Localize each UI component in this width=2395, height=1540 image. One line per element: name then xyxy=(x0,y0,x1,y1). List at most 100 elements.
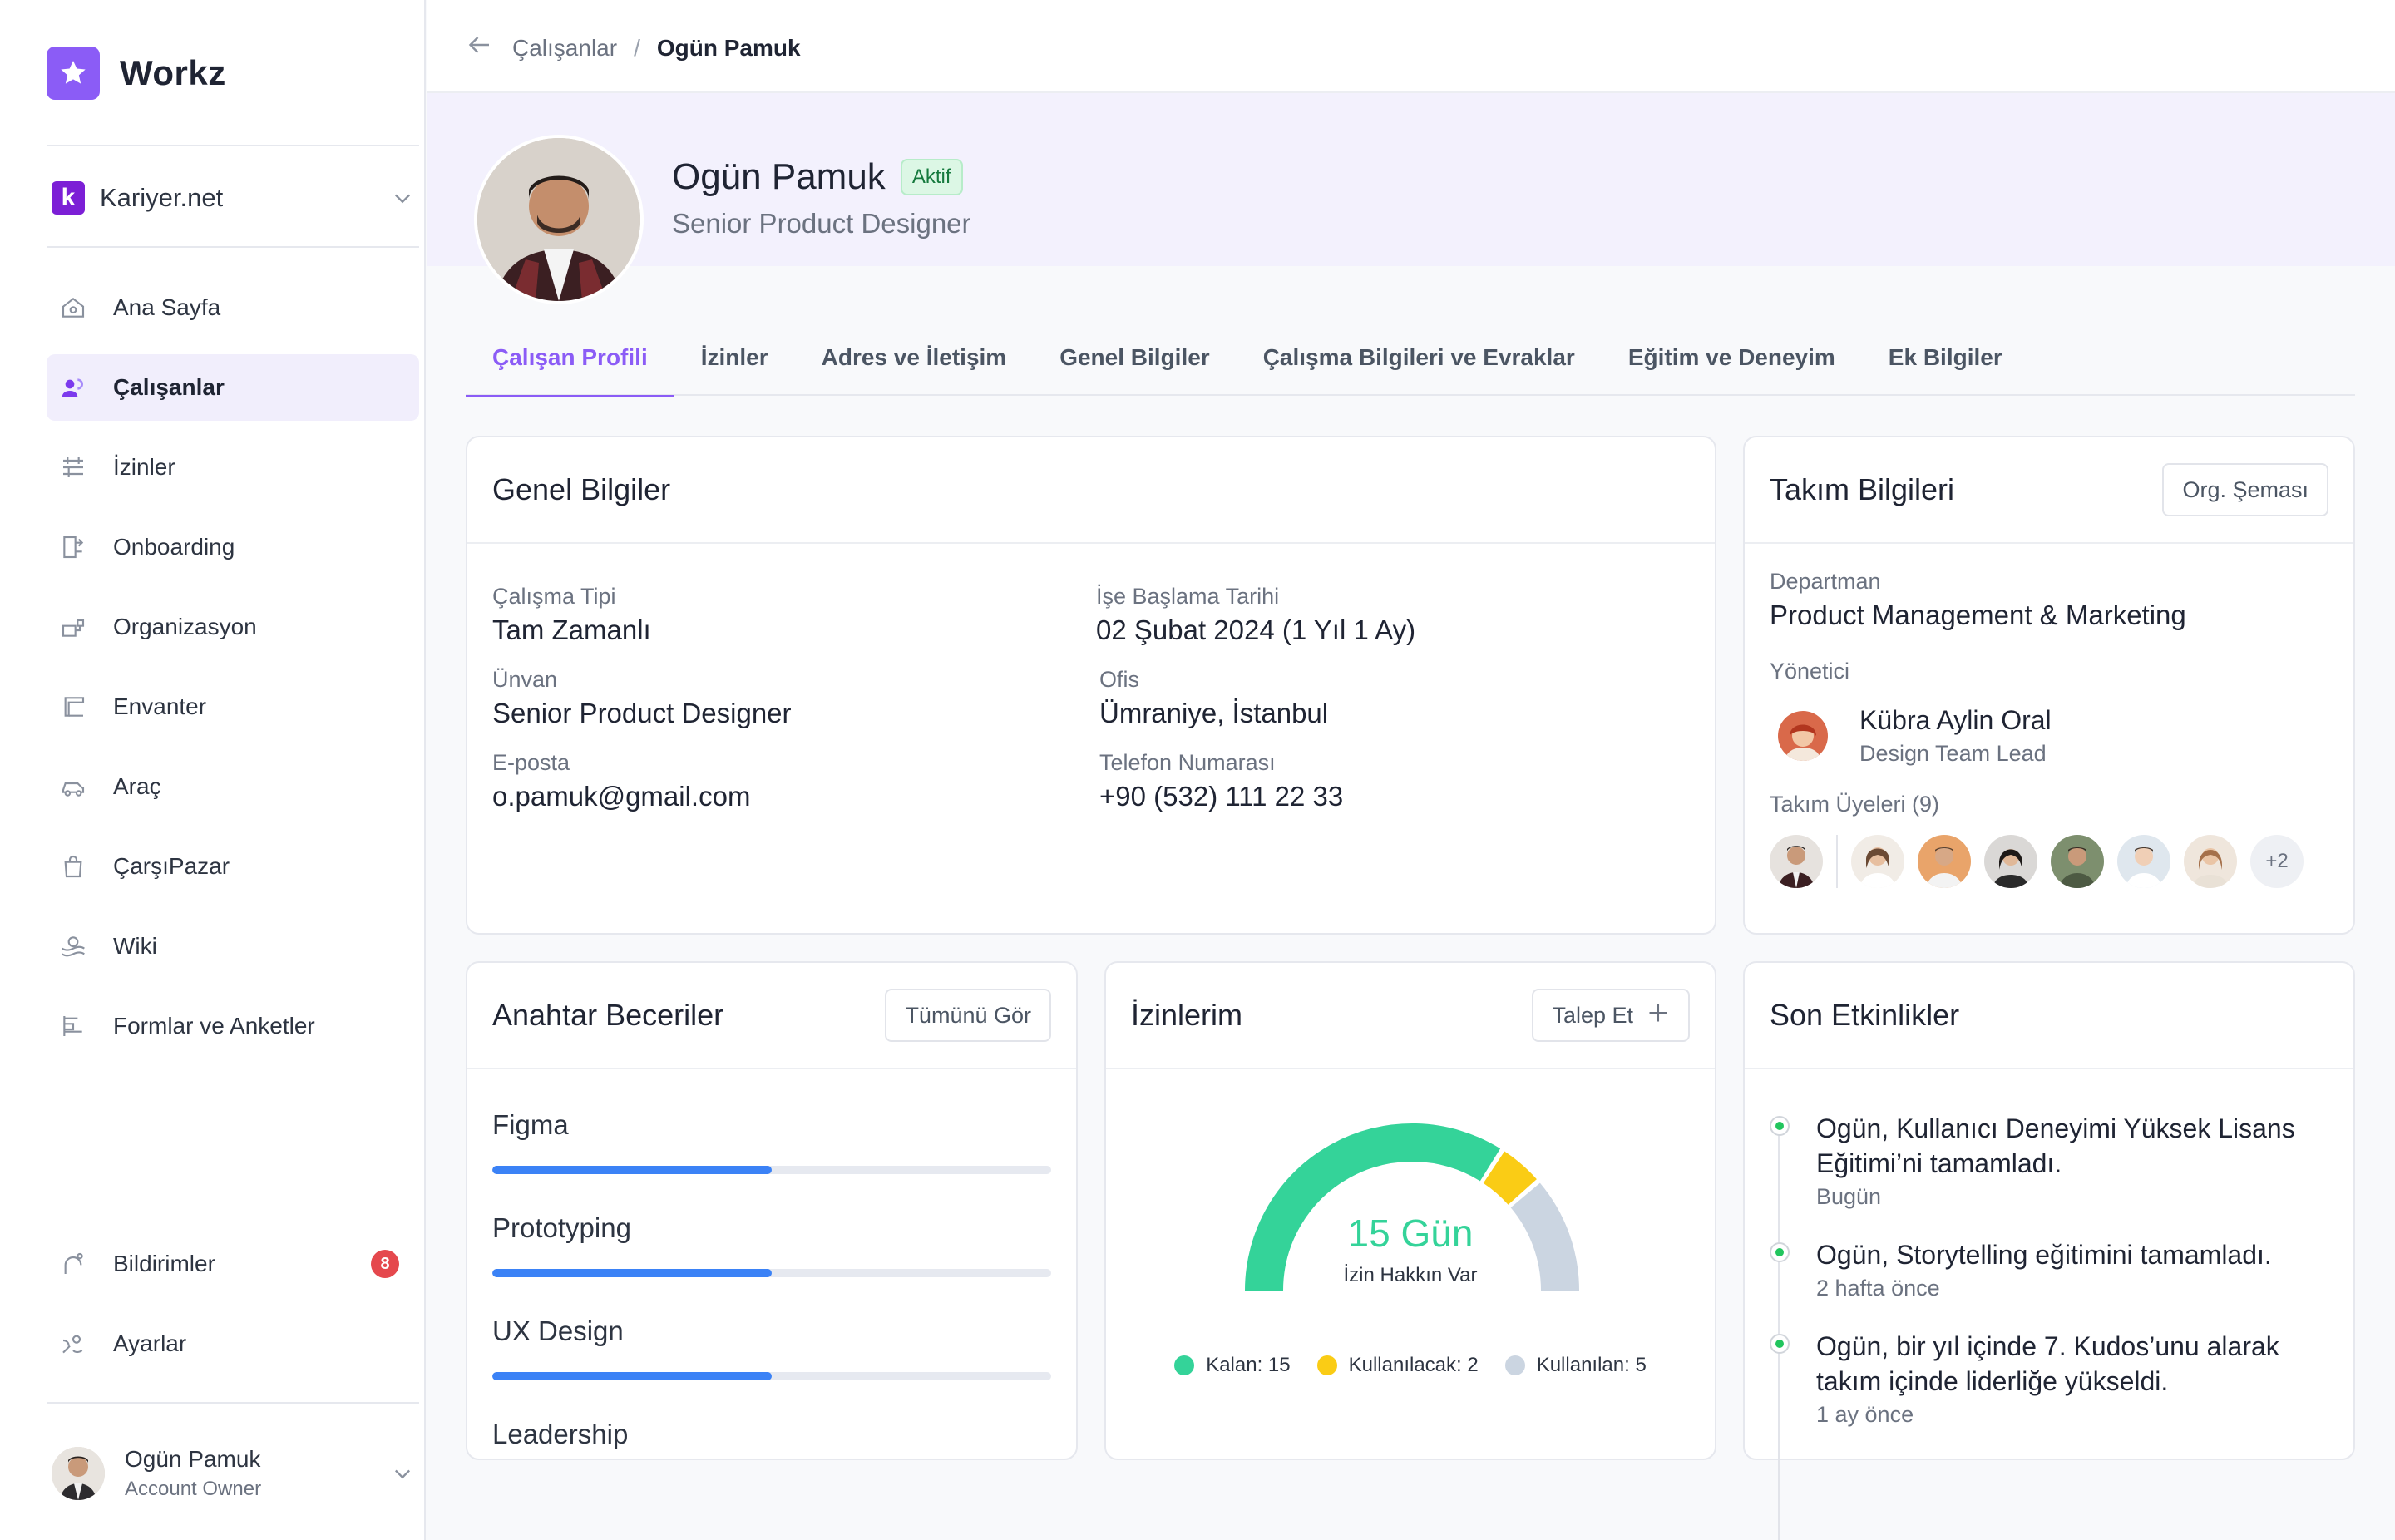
brand[interactable]: Workz xyxy=(47,47,226,100)
card-header: Anahtar Beceriler Tümünü Gör xyxy=(467,963,1076,1069)
door-icon xyxy=(58,532,88,562)
card-header: Son Etkinlikler xyxy=(1745,963,2353,1069)
skill-bar-fill xyxy=(492,1269,772,1277)
status-badge: Aktif xyxy=(900,159,963,195)
nav-item-calisanlar[interactable]: Çalışanlar xyxy=(47,354,419,421)
avatar[interactable] xyxy=(1918,835,1971,888)
avatar[interactable] xyxy=(2117,835,2170,888)
activity-item: Ogün, Storytelling eğitimini tamamladı. … xyxy=(1770,1237,2335,1301)
card-header: İzinlerim Talep Et xyxy=(1106,963,1715,1069)
field-value: Senior Product Designer xyxy=(492,698,792,728)
nav-label: Bildirimler xyxy=(113,1251,215,1276)
field-value[interactable]: +90 (532) 111 22 33 xyxy=(1099,781,1343,812)
leave-subtitle: İzin Hakkın Var xyxy=(1343,1264,1478,1286)
plus-icon xyxy=(1647,1001,1670,1030)
field-department: Departman Product Management & Marketing xyxy=(1770,569,2186,631)
legend-label: Kalan: 15 xyxy=(1206,1354,1291,1376)
field-email: E-posta o.pamuk@gmail.com xyxy=(492,750,750,812)
nav-label: Çalışanlar xyxy=(113,374,225,400)
skill-name: Leadership xyxy=(492,1419,629,1449)
field-start-date: İşe Başlama Tarihi 02 Şubat 2024 (1 Yıl … xyxy=(1096,584,1415,646)
activity-time: Bugün xyxy=(1816,1184,1882,1209)
star-logo-icon xyxy=(47,47,100,100)
nav-label: Onboarding xyxy=(113,534,235,560)
legend-label: Kullanılan: 5 xyxy=(1536,1354,1647,1376)
nav-item-formlar[interactable]: Formlar ve Anketler xyxy=(47,993,419,1059)
tab-adres-iletisim[interactable]: Adres ve İletişim xyxy=(795,329,1034,396)
tab-calisma-bilgileri[interactable]: Çalışma Bilgileri ve Evraklar xyxy=(1237,329,1602,396)
nav-label: İzinler xyxy=(113,454,175,480)
avatar[interactable] xyxy=(1984,835,2037,888)
tab-izinler[interactable]: İzinler xyxy=(674,329,795,396)
avatar[interactable] xyxy=(1851,835,1904,888)
manager-row[interactable]: Kübra Aylin Oral Design Team Lead xyxy=(1778,705,2052,767)
field-value[interactable]: o.pamuk@gmail.com xyxy=(492,781,750,812)
org-icon xyxy=(58,612,88,642)
tab-genel-bilgiler[interactable]: Genel Bilgiler xyxy=(1033,329,1237,396)
skill-name: UX Design xyxy=(492,1315,624,1346)
legend-remaining: Kalan: 15 xyxy=(1174,1354,1291,1377)
field-work-type: Çalışma Tipi Tam Zamanlı xyxy=(492,584,651,646)
leave-card: İzinlerim Talep Et 15 Gün İzin Hakkın Va… xyxy=(1104,961,1716,1460)
breadcrumb: Çalışanlar / Ogün Pamuk xyxy=(464,30,801,66)
activity-text: Ogün, bir yıl içinde 7. Kudos’unu alarak… xyxy=(1816,1331,2279,1396)
nav-item-envanter[interactable]: Envanter xyxy=(47,674,419,740)
car-icon xyxy=(58,772,88,802)
shopping-bag-icon xyxy=(58,851,88,881)
avatar[interactable] xyxy=(2184,835,2237,888)
profile-header: Ogün Pamuk Aktif Senior Product Designer xyxy=(427,93,2395,304)
leave-days: 15 Gün xyxy=(1347,1212,1474,1255)
user-role: Account Owner xyxy=(125,1478,262,1500)
nav-label: Ayarlar xyxy=(113,1330,187,1356)
tab-calisan-profili[interactable]: Çalışan Profili xyxy=(466,329,674,397)
gauge-segment-upcoming xyxy=(1483,1151,1537,1206)
back-arrow-icon[interactable] xyxy=(464,30,494,66)
nav-item-carsipazar[interactable]: ÇarşıPazar xyxy=(47,833,419,900)
request-leave-label: Talep Et xyxy=(1552,1002,1633,1028)
nav-item-onboarding[interactable]: Onboarding xyxy=(47,514,419,580)
app-name: Workz xyxy=(120,53,226,92)
activity-text: Ogün, Storytelling eğitimini tamamladı. xyxy=(1816,1240,2272,1270)
request-leave-button[interactable]: Talep Et xyxy=(1532,989,1690,1042)
main-nav: Ana Sayfa Çalışanlar İzinler Onboarding … xyxy=(47,274,419,1073)
user-menu[interactable]: Ogün Pamuk Account Owner xyxy=(52,1440,414,1507)
nav-item-organizasyon[interactable]: Organizasyon xyxy=(47,594,419,660)
nav-label: Wiki xyxy=(113,933,157,959)
nav-label: Organizasyon xyxy=(113,614,257,639)
nav-item-ana-sayfa[interactable]: Ana Sayfa xyxy=(47,274,419,341)
field-label: Departman xyxy=(1770,569,1881,594)
wiki-icon xyxy=(58,931,88,961)
org-chart-button[interactable]: Org. Şeması xyxy=(2162,463,2328,516)
card-title: Son Etkinlikler xyxy=(1770,998,1960,1032)
more-members-button[interactable]: +2 xyxy=(2250,835,2304,888)
nav-item-bildirimler[interactable]: Bildirimler 8 xyxy=(47,1231,419,1297)
nav-item-izinler[interactable]: İzinler xyxy=(47,434,419,501)
user-name: Ogün Pamuk xyxy=(125,1446,261,1472)
field-team-members: Takım Üyeleri (9) xyxy=(1770,792,1939,817)
nav-item-arac[interactable]: Araç xyxy=(47,753,419,820)
sidebar: Workz k Kariyer.net Ana Sayfa Çalışanlar… xyxy=(0,0,426,1540)
field-label: İşe Başlama Tarihi xyxy=(1096,584,1280,609)
avatar[interactable] xyxy=(1770,835,1823,888)
company-name: Kariyer.net xyxy=(100,183,224,212)
divider xyxy=(47,1402,419,1404)
activity-item: Ogün, bir yıl içinde 7. Kudos’unu alarak… xyxy=(1770,1329,2335,1428)
company-switcher[interactable]: k Kariyer.net xyxy=(52,175,414,221)
calendar-icon xyxy=(58,452,88,482)
timeline-dot xyxy=(1770,1116,1790,1136)
see-all-button[interactable]: Tümünü Gör xyxy=(885,989,1051,1042)
breadcrumb-parent-link[interactable]: Çalışanlar xyxy=(512,35,617,62)
nav-item-wiki[interactable]: Wiki xyxy=(47,913,419,980)
avatar[interactable] xyxy=(2051,835,2104,888)
nav-label: Araç xyxy=(113,773,161,799)
field-phone: Telefon Numarası +90 (532) 111 22 33 xyxy=(1099,750,1343,812)
skill-item: Figma xyxy=(492,1109,1051,1174)
field-value: Ümraniye, İstanbul xyxy=(1099,698,1329,728)
skill-name: Prototyping xyxy=(492,1212,631,1243)
legend-dot xyxy=(1174,1355,1195,1375)
divider xyxy=(1836,835,1838,888)
nav-item-ayarlar[interactable]: Ayarlar xyxy=(47,1310,419,1377)
tab-ek-bilgiler[interactable]: Ek Bilgiler xyxy=(1862,329,2029,396)
tab-egitim-deneyim[interactable]: Eğitim ve Deneyim xyxy=(1602,329,1862,396)
field-label: Telefon Numarası xyxy=(1099,750,1276,775)
